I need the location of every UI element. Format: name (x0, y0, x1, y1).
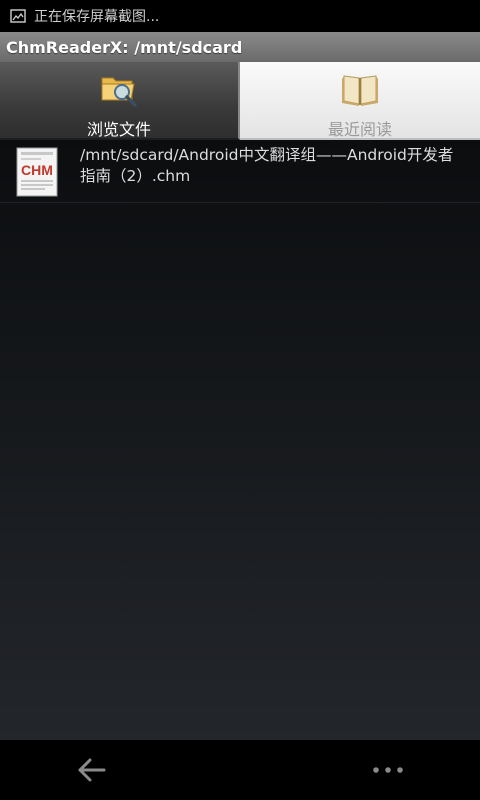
status-bar: 正在保存屏幕截图... (0, 0, 480, 32)
open-book-icon (340, 68, 380, 108)
screenshot-icon (10, 9, 26, 23)
chm-file-icon: CHM (16, 147, 58, 197)
more-options-icon[interactable] (362, 752, 414, 788)
back-arrow-icon[interactable] (66, 752, 116, 788)
screen: 正在保存屏幕截图... ChmReaderX: /mnt/sdcard 浏览文件 (0, 0, 480, 800)
tab-bar: 浏览文件 最近阅读 (0, 62, 480, 140)
title-bar: ChmReaderX: /mnt/sdcard (0, 32, 480, 63)
tab-recent-reading[interactable]: 最近阅读 (240, 62, 480, 140)
tab-recent-reading-label: 最近阅读 (327, 120, 392, 139)
file-name: /mnt/sdcard/Android中文翻译组——Android开发者指南（2… (80, 146, 454, 185)
app-title: ChmReaderX: /mnt/sdcard (6, 37, 243, 57)
tab-browse-files[interactable]: 浏览文件 (0, 62, 240, 140)
navigation-bar (0, 740, 480, 800)
file-list: CHM /mnt/sdcard/Android中文翻译组——Android开发者… (0, 140, 480, 740)
status-notification-text: 正在保存屏幕截图... (34, 9, 160, 25)
chm-file-icon-text: CHM (21, 162, 53, 178)
tab-browse-files-label: 浏览文件 (86, 120, 151, 139)
list-item[interactable]: CHM /mnt/sdcard/Android中文翻译组——Android开发者… (0, 140, 480, 203)
folder-search-icon (99, 68, 139, 108)
